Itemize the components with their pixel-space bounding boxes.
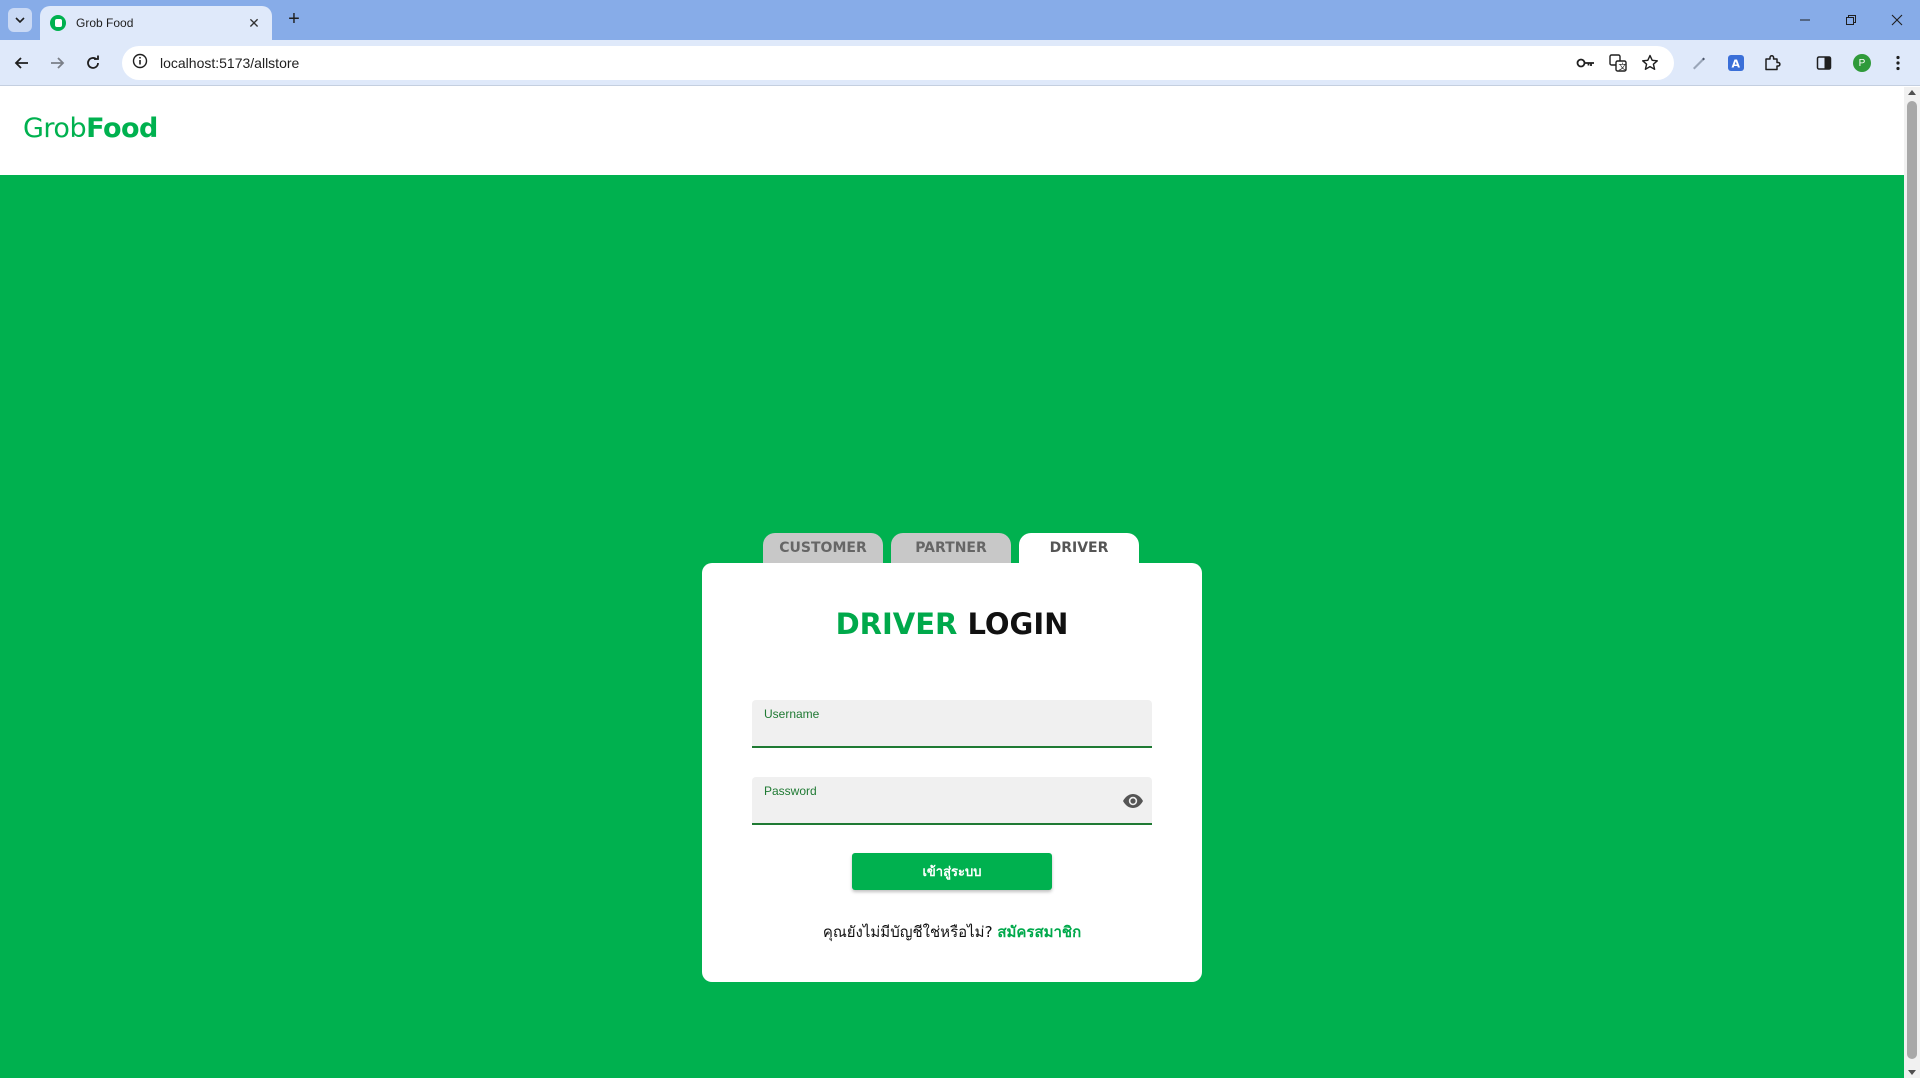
forward-icon[interactable] [45, 51, 69, 75]
logo-part-food: Food [86, 113, 158, 144]
bookmark-star-icon[interactable] [1636, 51, 1664, 75]
scroll-down-arrow-icon[interactable] [1908, 1070, 1916, 1075]
close-icon[interactable]: ✕ [246, 15, 262, 32]
url-text[interactable]: localhost:5173/allstore [160, 55, 1568, 71]
tab-list-icon[interactable] [8, 8, 32, 32]
extension-a-icon[interactable]: A [1724, 51, 1748, 75]
password-field[interactable]: Password [752, 777, 1152, 825]
back-icon[interactable] [10, 51, 34, 75]
site-info-icon[interactable] [132, 53, 148, 74]
menu-kebab-icon[interactable] [1886, 51, 1910, 75]
signup-link[interactable]: สมัครสมาชิก [997, 923, 1081, 941]
username-label: Username [764, 707, 820, 721]
login-title: DRIVER LOGIN [702, 607, 1202, 641]
login-card: DRIVER LOGIN Username Password เข้าสู่ระ… [702, 563, 1202, 982]
address-bar[interactable]: localhost:5173/allstore 文 [122, 46, 1674, 80]
scroll-up-arrow-icon[interactable] [1908, 90, 1916, 95]
signup-prompt: คุณยังไม่มีบัญชีใช่หรือไม่? [822, 923, 998, 941]
tab-customer[interactable]: CUSTOMER [763, 533, 883, 563]
tab-driver[interactable]: DRIVER [1019, 533, 1139, 563]
svg-text:文: 文 [1619, 62, 1627, 72]
browser-tab[interactable]: Grob Food ✕ [40, 6, 272, 40]
reload-icon[interactable] [81, 51, 105, 75]
side-panel-icon[interactable] [1812, 51, 1836, 75]
tab-title: Grob Food [76, 16, 134, 30]
grobfood-logo[interactable]: GrobFood [23, 113, 158, 144]
password-input[interactable] [764, 801, 1104, 821]
favicon [50, 15, 66, 31]
site-header: GrobFood [0, 87, 1904, 175]
password-key-icon[interactable] [1572, 51, 1600, 75]
logo-part-grob: Grob [23, 113, 87, 144]
page-viewport: GrobFood CUSTOMER PARTNER DRIVER DRIVER … [0, 87, 1904, 1078]
translate-icon[interactable]: 文 [1604, 51, 1632, 75]
extensions-puzzle-icon[interactable] [1760, 51, 1784, 75]
username-field[interactable]: Username [752, 700, 1152, 748]
new-tab-icon[interactable]: + [282, 8, 306, 32]
show-password-eye-icon[interactable] [1120, 789, 1146, 813]
password-label: Password [764, 784, 817, 798]
username-input[interactable] [764, 724, 1104, 744]
svg-text:A: A [1732, 58, 1741, 71]
window-controls [1782, 0, 1920, 40]
signup-row: คุณยังไม่มีบัญชีใช่หรือไม่? สมัครสมาชิก [702, 920, 1202, 944]
page-scrollbar[interactable] [1904, 87, 1920, 1078]
window-close-icon[interactable] [1874, 0, 1920, 40]
profile-avatar[interactable]: P [1850, 51, 1874, 75]
scrollbar-thumb[interactable] [1907, 101, 1917, 1059]
login-title-text: LOGIN [957, 607, 1069, 641]
restore-icon[interactable] [1828, 0, 1874, 40]
pen-icon[interactable] [1686, 51, 1710, 75]
login-title-role: DRIVER [835, 607, 958, 641]
minimize-icon[interactable] [1782, 0, 1828, 40]
login-submit-button[interactable]: เข้าสู่ระบบ [852, 853, 1052, 890]
tab-partner[interactable]: PARTNER [891, 533, 1011, 563]
browser-tabbar: Grob Food ✕ + [0, 0, 1920, 40]
browser-toolbar: localhost:5173/allstore 文 A P [0, 40, 1920, 113]
profile-initial: P [1853, 54, 1871, 72]
